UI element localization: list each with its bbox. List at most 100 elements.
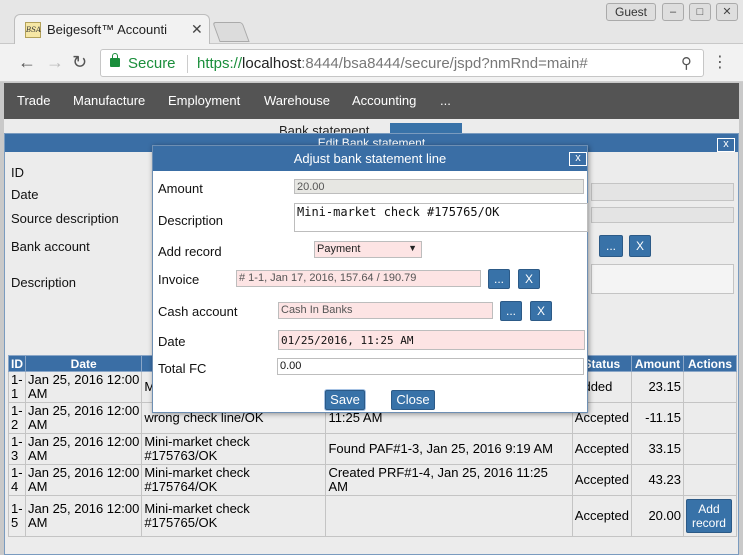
tab-title: Beigesoft™ Accounti [47,22,167,37]
amount-field[interactable]: 20.00 [294,179,584,194]
close-button[interactable]: Close [391,390,435,410]
chevron-down-icon: ▼ [408,243,417,253]
date-label: Date [158,334,186,349]
browser-tab[interactable]: BSA Beigesoft™ Accounti ✕ [14,14,210,44]
bank-account-pick-button[interactable]: ... [599,235,623,257]
row-amount: -11.15 [631,402,684,434]
browser-titlebar: BSA Beigesoft™ Accounti ✕ Guest – □ ✕ [0,0,743,44]
row-result: Created PRF#1-4, Jan 25, 2016 11:25 AM [325,464,573,496]
modal-title: Adjust bank statement line [153,146,587,171]
save-button[interactable]: Save [325,390,365,410]
row-date: Jan 25, 2016 12:00 AM [24,464,143,496]
description-field[interactable]: Mini-market check #175765/OK [294,203,588,232]
row-id: 1-4 [8,464,26,496]
bank-account-clear-button[interactable]: X [629,235,651,257]
close-window-icon[interactable]: ✕ [716,3,738,21]
column-header: Date [24,355,143,372]
nav-item-manufacture[interactable]: Manufacture [73,93,145,108]
maximize-icon[interactable]: □ [689,3,711,21]
invoice-label: Invoice [158,272,200,287]
row-date: Jan 25, 2016 12:00 AM [24,371,143,403]
id-label: ID [11,165,24,180]
amount-label: Amount [158,181,203,196]
date-field[interactable]: 01/25/2016, 11:25 AM [278,330,585,350]
description-field[interactable] [591,264,734,294]
row-actions [682,371,738,403]
url-scheme: https:// [197,55,243,72]
url-path: :8444/bsa8444/secure/jspd?nmRnd=main# [301,55,588,72]
row-actions [682,402,738,434]
divider [187,55,188,73]
row-date: Jan 25, 2016 12:00 AM [24,402,143,434]
row-actions [682,433,738,465]
invoice-clear-button[interactable]: X [518,269,540,289]
add-record-value: Payment [317,243,361,255]
nav-item-trade[interactable]: Trade [17,93,50,108]
browser-menu-icon[interactable]: ⋮ [712,52,728,72]
address-bar[interactable]: Secure https://localhost:8444/bsa8444/se… [100,49,704,77]
add-record-select[interactable]: Payment ▼ [314,241,422,258]
row-result: Found PAF#1-3, Jan 25, 2016 9:19 AM [325,433,573,465]
row-id: 1-2 [8,402,26,434]
row-amount: 20.00 [631,495,684,537]
add-record-label: Add record [158,244,222,259]
cash-account-label: Cash account [158,304,238,319]
total-fc-label: Total FC [158,361,207,376]
row-source: Mini-market check #175763/OK [141,433,327,465]
nav-item-accounting[interactable]: Accounting [352,93,416,108]
browser-toolbar: ← → ↻ Secure https://localhost:8444/bsa8… [0,44,743,82]
back-icon[interactable]: ← [18,52,36,73]
adjust-bank-statement-line-dialog: Adjust bank statement line x Amount 20.0… [152,145,588,413]
new-tab-button[interactable] [212,22,250,42]
source-description-field[interactable] [591,207,734,223]
row-actions [682,464,738,496]
add-record-button[interactable]: Add record [685,499,732,533]
bank-account-label: Bank account [11,239,90,254]
cash-account-clear-button[interactable]: X [530,301,552,321]
row-source: Mini-market check #175764/OK [141,464,327,496]
cash-account-pick-button[interactable]: ... [500,301,522,321]
source-description-label: Source description [11,211,119,226]
row-result [325,495,573,537]
column-header: Amount [631,355,684,372]
row-id: 1-1 [8,371,26,403]
row-amount: 43.23 [631,464,684,496]
cash-account-field[interactable]: Cash In Banks [278,302,493,319]
row-actions: Add record [682,495,738,537]
row-date: Jan 25, 2016 12:00 AM [24,495,143,537]
favicon-icon: BSA [25,22,41,38]
url-text[interactable]: https://localhost:8444/bsa8444/secure/js… [197,55,588,72]
invoice-field[interactable]: # 1-1, Jan 17, 2016, 157.64 / 190.79 [236,270,481,287]
table-row: 1-5 Jan 25, 2016 12:00 AM Mini-market ch… [8,495,738,537]
guest-profile-button[interactable]: Guest [606,3,656,21]
invoice-pick-button[interactable]: ... [488,269,510,289]
secure-label: Secure [128,55,176,72]
nav-item-warehouse[interactable]: Warehouse [264,93,330,108]
date-label: Date [11,187,39,202]
row-amount: 33.15 [631,433,684,465]
minimize-icon[interactable]: – [662,3,684,21]
total-fc-field[interactable]: 0.00 [277,358,584,375]
url-host: localhost [242,55,302,72]
date-field[interactable] [591,183,734,201]
nav-item-employment[interactable]: Employment [168,93,240,108]
reload-icon[interactable]: ↻ [72,52,87,73]
row-status: Accepted [571,464,633,496]
forward-icon[interactable]: → [46,52,64,73]
column-header: Actions [682,355,738,372]
column-header: ID [8,355,26,372]
description-label: Description [158,213,224,228]
app-nav-bar: Trade Manufacture Employment Warehouse A… [4,83,739,119]
modal-close-icon[interactable]: x [569,152,587,166]
row-status: Accepted [571,495,633,537]
row-status: Accepted [571,433,633,465]
row-source: Mini-market check #175765/OK [141,495,327,537]
row-date: Jan 25, 2016 12:00 AM [24,433,143,465]
table-row: 1-4 Jan 25, 2016 12:00 AM Mini-market ch… [8,464,738,496]
close-icon[interactable]: x [717,138,735,152]
nav-item-more[interactable]: ... [440,93,451,108]
tab-close-icon[interactable]: ✕ [191,21,203,38]
zoom-icon[interactable]: ⚲ [681,54,692,72]
row-id: 1-3 [8,433,26,465]
row-amount: 23.15 [631,371,684,403]
